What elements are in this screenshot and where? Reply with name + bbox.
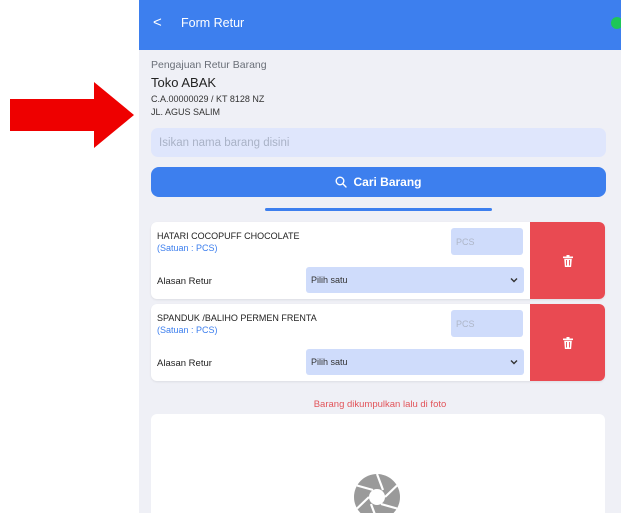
page-title: Form Retur	[181, 16, 245, 30]
app-header: < Form Retur	[139, 0, 621, 50]
search-icon	[335, 176, 348, 188]
search-input[interactable]	[151, 128, 606, 157]
status-dot	[611, 17, 621, 29]
search-button-label: Cari Barang	[353, 175, 422, 189]
return-reason-value: Pilih satu	[311, 275, 348, 285]
item-name: HATARI COCOPUFF CHOCOLATE	[157, 231, 300, 241]
return-reason-value: Pilih satu	[311, 357, 348, 367]
mobile-app-frame: < Form Retur Pengajuan Retur Barang Toko…	[139, 0, 621, 513]
quantity-input[interactable]	[451, 310, 523, 337]
quantity-input[interactable]	[451, 228, 523, 255]
trash-icon	[562, 336, 573, 349]
section-divider	[265, 208, 492, 211]
chevron-down-icon	[510, 278, 518, 283]
red-arrow-annotation	[10, 82, 134, 148]
return-reason-label: Alasan Retur	[157, 358, 212, 369]
return-item-card: HATARI COCOPUFF CHOCOLATE (Satuan : PCS)…	[151, 222, 605, 299]
store-code: C.A.00000029 / KT 8128 NZ	[151, 94, 265, 104]
item-unit: (Satuan : PCS)	[157, 325, 218, 335]
item-name: SPANDUK /BALIHO PERMEN FRENTA	[157, 313, 317, 323]
trash-icon	[562, 254, 573, 267]
form-subtitle: Pengajuan Retur Barang	[151, 59, 267, 71]
delete-item-button[interactable]	[530, 222, 605, 299]
item-unit: (Satuan : PCS)	[157, 243, 218, 253]
return-reason-label: Alasan Retur	[157, 276, 212, 287]
back-chevron-icon[interactable]: <	[153, 14, 162, 31]
photo-capture-area[interactable]	[151, 414, 605, 513]
return-item-card: SPANDUK /BALIHO PERMEN FRENTA (Satuan : …	[151, 304, 605, 381]
photo-instruction: Barang dikumpulkan lalu di foto	[313, 399, 447, 410]
store-address: JL. AGUS SALIM	[151, 107, 221, 117]
return-reason-select[interactable]: Pilih satu	[306, 267, 524, 293]
return-reason-select[interactable]: Pilih satu	[306, 349, 524, 375]
search-button[interactable]: Cari Barang	[151, 167, 606, 197]
camera-aperture-icon	[354, 473, 400, 513]
chevron-down-icon	[510, 360, 518, 365]
delete-item-button[interactable]	[530, 304, 605, 381]
store-name: Toko ABAK	[151, 75, 217, 90]
